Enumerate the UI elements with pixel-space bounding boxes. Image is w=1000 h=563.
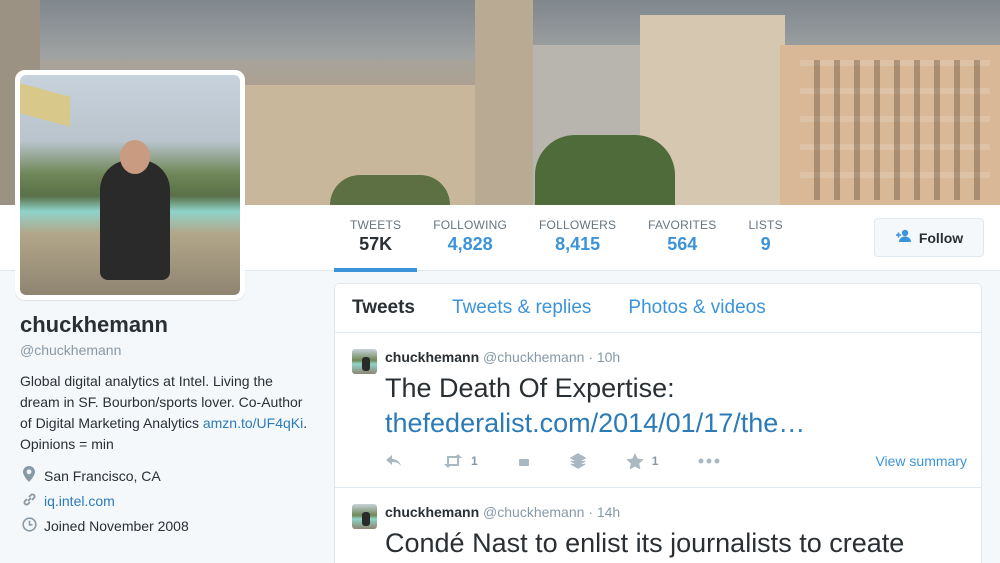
stat-followers[interactable]: FOLLOWERS 8,415 [523,205,632,271]
stat-label: TWEETS [350,218,402,232]
avatar-person-head [120,140,150,174]
map-pin-icon [20,466,38,485]
tweet[interactable]: chuckhemann @chuckhemann · 10h The Death… [335,333,981,488]
reply-icon [386,455,401,466]
follow-button-label: Follow [918,229,964,246]
tweet-author-name[interactable]: chuckhemann [385,504,479,520]
stat-label: LISTS [748,218,783,232]
url-text[interactable]: iq.intel.com [44,493,115,509]
avatar-person [100,160,170,280]
retweet-icon [444,454,462,468]
banner-trees [330,175,450,205]
tweet-author-handle[interactable]: @chuckhemann [483,504,584,520]
share-button[interactable] [518,456,530,466]
favorite-button[interactable]: 1 [625,452,659,470]
favorite-count: 1 [651,454,659,468]
tweet-author-name[interactable]: chuckhemann [385,349,479,365]
stack-button[interactable] [569,453,586,469]
profile-joined: Joined November 2008 [20,513,320,538]
tweet-author-handle[interactable]: @chuckhemann [483,349,584,365]
retweet-button[interactable]: 1 [443,454,478,468]
tab-photos-videos[interactable]: Photos & videos [628,297,765,319]
tweet[interactable]: chuckhemann @chuckhemann · 14h Condé Nas… [335,488,981,563]
banner-windows [800,60,990,200]
tweet-text: Condé Nast to enlist its journalists to … [385,526,975,561]
stat-lists[interactable]: LISTS 9 [732,205,798,271]
tweet-header: chuckhemann @chuckhemann · 14h [385,504,620,520]
timeline-tabs: Tweets Tweets & replies Photos & videos [335,284,981,333]
star-icon [625,452,644,469]
location-text: San Francisco, CA [44,467,161,484]
profile-location: San Francisco, CA [20,463,320,488]
profile-fullname[interactable]: chuckhemann [20,312,320,338]
banner-trees [535,135,675,205]
retweet-count: 1 [471,454,478,468]
add-user-icon [895,229,913,246]
stat-label: FOLLOWERS [539,218,617,232]
profile-bio: Global digital analytics at Intel. Livin… [20,371,310,455]
tweet-text-line: Condé Nast to enlist its journalists to … [385,528,905,558]
profile-avatar[interactable] [15,70,245,300]
follow-button[interactable]: Follow [874,218,984,257]
tweet-text-line: The Death Of Expertise: [385,373,675,403]
stack-icon [569,453,586,469]
stat-label: FAVORITES [648,218,717,232]
tab-tweets-replies[interactable]: Tweets & replies [452,297,591,319]
tab-tweets[interactable]: Tweets [352,297,415,319]
stat-value: 564 [667,234,698,254]
profile-handle[interactable]: @chuckhemann [20,342,320,358]
tweet-timestamp[interactable]: · 14h [588,504,620,520]
stat-value: 8,415 [555,234,601,254]
joined-text: Joined November 2008 [44,517,189,534]
more-button[interactable] [698,458,720,464]
view-summary-link[interactable]: View summary [875,453,967,469]
stat-value: 4,828 [447,234,493,254]
stat-favorites[interactable]: FAVORITES 564 [632,205,732,271]
tweet-avatar[interactable] [352,349,377,374]
tweet-link[interactable]: thefederalist.com/2014/01/17/the… [385,406,975,441]
tweet-timestamp[interactable]: · 10h [588,349,620,365]
stat-value: 9 [760,234,771,254]
profile-url[interactable]: iq.intel.com [20,488,320,513]
tweet-header: chuckhemann @chuckhemann · 10h [385,349,620,365]
banner-column [475,0,533,205]
calendar-icon [20,516,38,535]
tweet-text: The Death Of Expertise: thefederalist.co… [385,371,975,441]
profile-stats: TWEETS 57K FOLLOWING 4,828 FOLLOWERS 8,4… [334,205,799,272]
bio-link[interactable]: amzn.to/UF4qKi [203,415,303,431]
link-icon [20,492,38,510]
profile-meta: San Francisco, CA iq.intel.com Joined No… [20,463,320,538]
tweet-actions: 1 1 View summary [385,451,967,471]
reply-button[interactable] [385,454,403,468]
stat-value: 57K [359,234,393,254]
stat-following[interactable]: FOLLOWING 4,828 [417,205,523,271]
share-icon [518,459,529,466]
stat-tweets[interactable]: TWEETS 57K [334,205,418,272]
more-icon [698,458,720,464]
timeline: Tweets Tweets & replies Photos & videos … [334,283,982,563]
tweet-avatar[interactable] [352,504,377,529]
profile-card: chuckhemann @chuckhemann Global digital … [20,312,320,538]
stat-label: FOLLOWING [433,218,508,232]
